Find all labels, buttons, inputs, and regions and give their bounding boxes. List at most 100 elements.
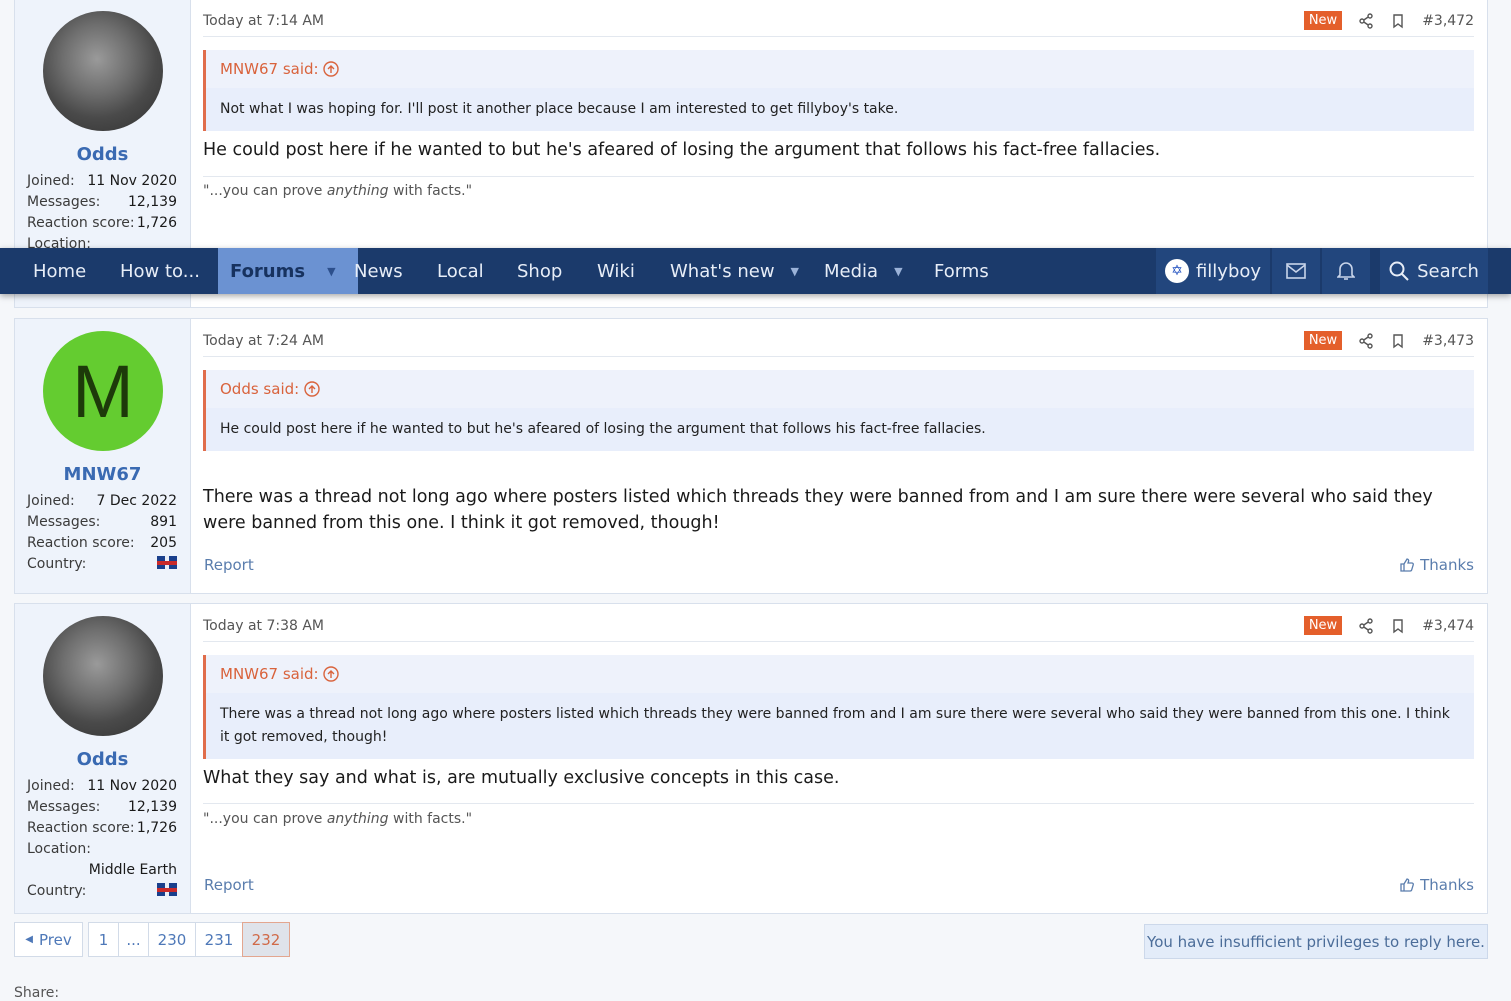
quote-header[interactable]: Odds said: (206, 370, 1474, 408)
user-stat-messages: Messages: 891 (27, 514, 177, 530)
uk-flag-icon (157, 883, 177, 896)
thanks-button[interactable]: Thanks (1399, 876, 1474, 894)
username[interactable]: Odds (15, 144, 190, 165)
post-number[interactable]: #3,473 (1422, 333, 1474, 349)
reply-notice: You have insufficient privileges to repl… (1144, 924, 1488, 959)
username[interactable]: MNW67 (15, 464, 190, 485)
report-link[interactable]: Report (204, 876, 254, 894)
post-message: He could post here if he wanted to but h… (203, 140, 1161, 160)
bookmark-icon[interactable] (1390, 13, 1406, 29)
thanks-button[interactable]: Thanks (1399, 556, 1474, 574)
avatar[interactable] (43, 616, 163, 736)
avatar[interactable]: M (43, 331, 163, 451)
report-link[interactable]: Report (204, 556, 254, 574)
nav-home[interactable]: Home (33, 248, 86, 294)
signature: "...you can prove anything with facts." (203, 183, 473, 199)
nav-wiki[interactable]: Wiki (597, 248, 635, 294)
quote-text: Not what I was hoping for. I'll post it … (220, 101, 899, 117)
nav-media[interactable]: Media ▼ (824, 248, 903, 294)
user-stat-joined: Joined: 7 Dec 2022 (27, 493, 177, 509)
post-main: Today at 7:38 AM New #3,474 MNW67 said: … (203, 604, 1474, 913)
quote-header[interactable]: MNW67 said: (206, 50, 1474, 88)
sticky-navbar: Home How to... Forums ▼ News Local Shop … (0, 248, 1511, 294)
user-stat-joined: Joined: 11 Nov 2020 (27, 778, 177, 794)
post-message: What they say and what is, are mutually … (203, 768, 840, 788)
page-link[interactable]: 1 (88, 922, 119, 957)
user-stat-country: Country: (27, 883, 177, 899)
inbox-button[interactable] (1272, 248, 1320, 294)
nav-forums[interactable]: Forums ▼ (218, 248, 358, 294)
signature-divider (203, 803, 1474, 804)
share-label: Share: (14, 985, 60, 1001)
chevron-down-icon[interactable]: ▼ (894, 265, 902, 278)
post-main: Today at 7:24 AM New #3,473 Odds said: H… (203, 319, 1474, 593)
account-username: fillyboy (1195, 260, 1262, 282)
star-of-david-icon: ✡ (1171, 263, 1183, 279)
bookmark-icon[interactable] (1390, 618, 1406, 634)
chevron-down-icon[interactable]: ▼ (791, 265, 799, 278)
nav-forums-label: Forums (230, 260, 306, 282)
page-link[interactable]: 230 (148, 922, 196, 957)
arrow-up-circle-icon[interactable] (323, 61, 340, 77)
post-number[interactable]: #3,474 (1422, 618, 1474, 634)
post: M MNW67 Joined: 7 Dec 2022 Messages: 891 R… (14, 318, 1488, 594)
prev-page-button[interactable]: ◀ Prev (14, 922, 83, 957)
nav-how-to[interactable]: How to... (120, 248, 200, 294)
page-link[interactable]: 231 (195, 922, 243, 957)
thumbs-up-icon (1400, 878, 1415, 892)
post-message: There was a thread not long ago where po… (203, 487, 1433, 533)
envelope-icon (1286, 263, 1306, 279)
share-icon[interactable] (1358, 332, 1374, 349)
quote-text: He could post here if he wanted to but h… (220, 421, 986, 437)
share-icon[interactable] (1358, 12, 1374, 29)
nav-forms[interactable]: Forms (934, 248, 989, 294)
user-stat-reaction: Reaction score: 205 (27, 535, 177, 551)
signature: "...you can prove anything with facts." (203, 811, 473, 827)
post-header-actions: New #3,472 (1303, 11, 1474, 30)
search-icon (1389, 261, 1409, 281)
nav-shop[interactable]: Shop (517, 248, 562, 294)
quote-text: There was a thread not long ago where po… (220, 706, 1450, 745)
divider (203, 36, 1474, 37)
nav-local[interactable]: Local (437, 248, 484, 294)
new-badge: New (1303, 616, 1343, 635)
chevron-down-icon[interactable]: ▼ (327, 265, 335, 278)
user-stat-location: Location: (27, 841, 91, 857)
new-badge: New (1303, 11, 1343, 30)
thumbs-up-icon (1400, 558, 1415, 572)
nav-media-label: Media (824, 260, 879, 282)
pagination: ◀ Prev 1 ... 230 231 232 (14, 922, 290, 957)
avatar[interactable] (43, 11, 163, 131)
quote-block: MNW67 said: There was a thread not long … (203, 655, 1474, 759)
post: Odds Joined: 11 Nov 2020 Messages: 12,139 … (14, 603, 1488, 914)
alerts-button[interactable] (1322, 248, 1370, 294)
nav-whats-new-label: What's new (670, 260, 775, 282)
caret-left-icon: ◀ (25, 934, 33, 945)
arrow-up-circle-icon[interactable] (304, 381, 320, 397)
username[interactable]: Odds (15, 749, 190, 770)
search-label: Search (1417, 260, 1479, 282)
user-stat-joined: Joined: 11 Nov 2020 (27, 173, 177, 189)
nav-whats-new[interactable]: What's new ▼ (670, 248, 799, 294)
arrow-up-circle-icon[interactable] (323, 666, 340, 682)
bookmark-icon[interactable] (1390, 333, 1406, 349)
quote-block: MNW67 said: Not what I was hoping for. I… (203, 50, 1474, 131)
share-icon[interactable] (1358, 617, 1374, 634)
post-date[interactable]: Today at 7:24 AM (203, 333, 324, 349)
nav-news[interactable]: News (354, 248, 403, 294)
post-header-actions: New #3,474 (1303, 616, 1474, 635)
post-date[interactable]: Today at 7:14 AM (203, 13, 324, 29)
post-date[interactable]: Today at 7:38 AM (203, 618, 324, 634)
bell-icon (1337, 262, 1355, 280)
quote-header[interactable]: MNW67 said: (206, 655, 1474, 693)
post-number[interactable]: #3,472 (1422, 13, 1474, 29)
page-link-current[interactable]: 232 (242, 922, 290, 957)
user-stat-messages: Messages: 12,139 (27, 799, 177, 815)
search-button[interactable]: Search (1380, 248, 1488, 294)
page-jump[interactable]: ... (118, 922, 149, 957)
account-button[interactable]: ✡ fillyboy (1156, 248, 1270, 294)
uk-flag-icon (157, 556, 177, 569)
user-panel: Odds Joined: 11 Nov 2020 Messages: 12,139 … (15, 604, 191, 913)
new-badge: New (1303, 331, 1343, 350)
divider (203, 641, 1474, 642)
